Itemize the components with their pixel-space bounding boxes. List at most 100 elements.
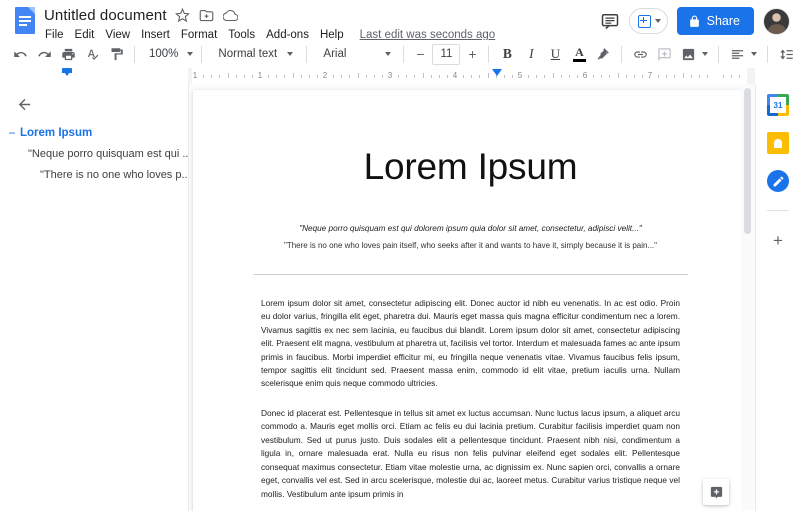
font-size-decrease-button[interactable]: − (410, 43, 430, 65)
ruler-number: 1 (257, 71, 263, 80)
ruler[interactable]: 1 2 3 4 5 6 7 1 (0, 68, 800, 84)
insert-image-icon[interactable] (676, 42, 700, 66)
document-paragraph-1[interactable]: Lorem ipsum dolor sit amet, consectetur … (261, 297, 680, 391)
right-indent-marker[interactable] (492, 69, 502, 76)
align-left-icon[interactable] (725, 42, 749, 66)
zoom-select[interactable]: 100% (141, 43, 195, 65)
toolbar-divider (403, 45, 405, 63)
ruler-tick (723, 75, 725, 78)
print-icon[interactable] (56, 42, 80, 66)
google-calendar-icon[interactable]: 31 (767, 94, 789, 116)
ruler-tick (674, 75, 676, 78)
ruler-tick (682, 73, 684, 78)
document-canvas[interactable]: Lorem Ipsum "Neque porro quisquam est qu… (188, 84, 755, 511)
outline-item-lorem-ipsum[interactable]: − Lorem Ipsum (0, 123, 188, 144)
left-indent-marker[interactable] (62, 68, 72, 76)
toolbar-divider (134, 45, 135, 63)
close-outline-button[interactable] (0, 94, 188, 123)
ruler-tick (609, 75, 611, 78)
collapse-icon[interactable]: − (6, 126, 18, 141)
ruler-tick (698, 75, 700, 78)
font-family-select[interactable]: Arial (313, 43, 397, 65)
ruler-tick (203, 75, 205, 78)
line-spacing-icon[interactable] (774, 42, 798, 66)
ruler-tick (251, 75, 253, 78)
comment-history-icon[interactable] (600, 11, 620, 31)
outline-subitem-2[interactable]: "There is no one who loves p... (0, 165, 188, 186)
undo-icon[interactable] (8, 42, 32, 66)
font-size-input[interactable]: 11 (432, 43, 461, 65)
present-button[interactable] (628, 8, 668, 34)
ruler-tick (666, 75, 668, 78)
font-family-value: Arial (323, 48, 347, 60)
ruler-tick (731, 75, 733, 78)
highlight-color-icon[interactable] (591, 42, 615, 66)
ruler-tick (511, 75, 513, 78)
toolbar-divider (621, 45, 623, 63)
body-area: − Lorem Ipsum "Neque porro quisquam est … (0, 84, 800, 511)
italic-button[interactable]: I (519, 42, 543, 66)
google-keep-icon[interactable] (767, 132, 789, 154)
font-size-stepper: − 11 + (410, 43, 482, 65)
ruler-tick (658, 75, 660, 78)
document-paragraph-2[interactable]: Donec id placerat est. Pellentesque in t… (261, 407, 680, 501)
ruler-tick (211, 75, 213, 78)
zoom-value: 100% (149, 48, 179, 60)
docs-logo-icon[interactable] (12, 5, 38, 39)
ruler-tick (357, 73, 359, 78)
ruler-tick (633, 75, 635, 78)
cloud-saved-icon[interactable] (222, 8, 238, 23)
ruler-tick (430, 75, 432, 78)
paint-format-icon[interactable] (104, 42, 128, 66)
ruler-number: 2 (322, 71, 328, 80)
ruler-tick (739, 75, 741, 78)
chevron-down-icon[interactable] (654, 19, 661, 23)
document-title[interactable]: Untitled document (44, 7, 173, 24)
ruler-tick (471, 75, 473, 78)
outline-subitem-1[interactable]: "Neque porro quisquam est qui ... (0, 144, 188, 165)
toolbar-divider (767, 45, 769, 63)
get-add-ons-button[interactable]: + (767, 229, 789, 251)
star-icon[interactable] (174, 7, 190, 23)
document-quote-plain[interactable]: "There is no one who loves pain itself, … (261, 240, 680, 252)
ruler-tick (300, 75, 302, 78)
ruler-tick (617, 73, 619, 78)
ruler-tick (243, 75, 245, 78)
spellcheck-icon[interactable] (80, 42, 104, 66)
ruler-tick (292, 73, 294, 78)
share-button-label: Share (706, 14, 740, 28)
text-color-button[interactable]: A (567, 42, 591, 66)
ruler-number: 3 (387, 71, 393, 80)
ruler-tick (568, 75, 570, 78)
redo-icon[interactable] (32, 42, 56, 66)
paragraph-style-value: Normal text (218, 48, 278, 60)
bold-button[interactable]: B (495, 42, 519, 66)
chevron-down-icon[interactable] (751, 52, 758, 56)
share-button[interactable]: Share (676, 7, 754, 35)
insert-link-icon[interactable] (628, 42, 652, 66)
explore-button[interactable] (703, 479, 729, 505)
chevron-down-icon[interactable] (702, 52, 709, 56)
header-actions: Share (592, 4, 792, 35)
underline-button[interactable]: U (543, 42, 567, 66)
google-tasks-icon[interactable] (767, 170, 789, 192)
move-to-folder-icon[interactable] (199, 8, 214, 23)
ruler-tick (641, 75, 643, 78)
document-heading[interactable]: Lorem Ipsum (261, 146, 680, 189)
side-panel-rail: 31 + (755, 84, 800, 511)
avatar[interactable] (763, 7, 790, 35)
text-color-swatch (572, 59, 586, 62)
ruler-tick (625, 75, 627, 78)
horizontal-rule (253, 273, 688, 275)
add-comment-icon[interactable] (652, 42, 676, 66)
ruler-tick (219, 75, 221, 78)
vertical-scrollbar[interactable] (741, 84, 754, 511)
rail-divider (767, 210, 789, 211)
document-page[interactable]: Lorem Ipsum "Neque porro quisquam est qu… (193, 90, 748, 511)
paragraph-style-select[interactable]: Normal text (208, 43, 300, 65)
scrollbar-thumb[interactable] (744, 88, 751, 234)
lock-icon (689, 15, 699, 27)
outline-heading-label: Lorem Ipsum (20, 127, 93, 139)
font-size-increase-button[interactable]: + (462, 43, 482, 65)
document-quote-italic[interactable]: "Neque porro quisquam est qui dolorem ip… (261, 223, 680, 235)
